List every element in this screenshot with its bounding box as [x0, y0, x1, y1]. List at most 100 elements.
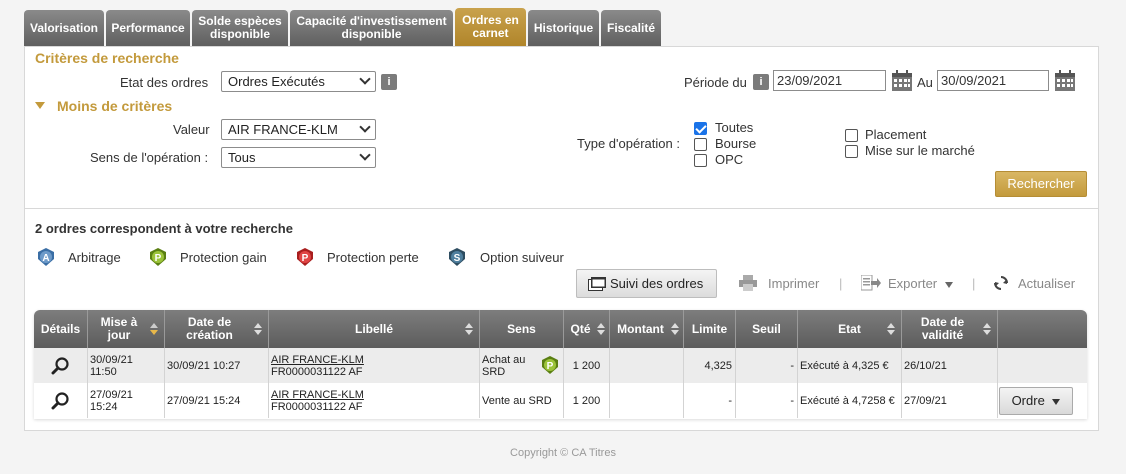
- qte-cell: 1 200: [564, 348, 610, 383]
- calendar-icon[interactable]: [1054, 70, 1076, 92]
- tab-ordres-en-carnet[interactable]: Ordres en carnet: [455, 8, 526, 46]
- etat-label: Etat des ordres: [120, 75, 209, 90]
- col-date-creation[interactable]: Date de création: [165, 310, 269, 348]
- suivi-ordres-button[interactable]: Suivi des ordres: [576, 269, 717, 298]
- magnifier-icon[interactable]: [51, 356, 71, 376]
- printer-icon[interactable]: [739, 275, 757, 291]
- export-icon[interactable]: [861, 275, 881, 291]
- col-libelle-label: Libellé: [354, 321, 393, 336]
- legend-label-arbitrage: Arbitrage: [68, 250, 121, 265]
- sens-cell: Vente au SRD: [480, 383, 564, 418]
- limite-cell: -: [684, 383, 736, 418]
- seuil-cell: -: [736, 348, 798, 383]
- mise-a-jour-cell: 27/09/21 15:24: [88, 383, 165, 418]
- col-montant[interactable]: Montant: [610, 310, 684, 348]
- window-icon: [588, 277, 606, 291]
- suivi-ordres-label: Suivi des ordres: [610, 276, 704, 291]
- info-icon[interactable]: i: [753, 74, 769, 90]
- isin-text: FR0000031122 AF: [271, 400, 363, 413]
- actualiser-link[interactable]: Actualiser: [1018, 276, 1075, 291]
- periode-label: Période du: [684, 75, 747, 90]
- col-details: Détails: [34, 310, 88, 348]
- toolbar-separator: |: [839, 276, 843, 291]
- col-date-validite-label: Date de validité: [920, 315, 965, 342]
- option-suiveur-icon: S: [449, 248, 465, 266]
- table-row: 30/09/21 11:50 30/09/21 10:27 AIR FRANCE…: [34, 348, 1087, 383]
- sort-icon: [671, 323, 679, 335]
- svg-text:P: P: [155, 253, 162, 264]
- ordre-button[interactable]: Ordre: [999, 387, 1073, 415]
- action-cell: [998, 348, 1087, 383]
- date-creation-cell: 30/09/21 10:27: [165, 348, 269, 383]
- protection-gain-icon: P: [150, 248, 166, 266]
- info-icon[interactable]: i: [381, 74, 397, 90]
- seuil-cell: -: [736, 383, 798, 418]
- moins-criteres-toggle[interactable]: Moins de critères: [57, 98, 172, 114]
- checkbox-bourse[interactable]: [694, 138, 707, 151]
- libelle-link[interactable]: AIR FRANCE-KLM: [271, 354, 364, 366]
- svg-text:S: S: [454, 253, 461, 264]
- tab-solde-especes[interactable]: Solde espèces disponible: [192, 10, 288, 46]
- sort-icon: [465, 323, 473, 335]
- col-etat[interactable]: Etat: [798, 310, 902, 348]
- col-mise-a-jour[interactable]: Mise à jour: [88, 310, 165, 348]
- action-cell: Ordre: [998, 383, 1087, 418]
- rechercher-button[interactable]: Rechercher: [995, 171, 1087, 197]
- checkbox-opc[interactable]: [694, 154, 707, 167]
- legend-label-option-suiveur: Option suiveur: [480, 250, 564, 265]
- table-header: Détails Mise à jour Date de création Lib…: [34, 310, 1087, 348]
- sens-text: Achat au SRD: [482, 353, 526, 378]
- chevron-down-icon: [359, 149, 371, 161]
- montant-cell: [610, 348, 684, 383]
- mise-a-jour-cell: 30/09/21 11:50: [88, 348, 165, 383]
- results-count: 2 ordres correspondent à votre recherche: [35, 221, 293, 236]
- col-date-creation-label: Date de création: [186, 315, 233, 342]
- qte-cell: 1 200: [564, 383, 610, 418]
- collapse-triangle-icon[interactable]: [35, 102, 45, 109]
- ordre-button-label: Ordre: [1011, 393, 1045, 408]
- etat-select-value: Ordres Exécutés: [228, 74, 325, 89]
- valeur-select[interactable]: AIR FRANCE-KLM: [221, 119, 376, 140]
- validite-cell: 26/10/21: [902, 348, 998, 383]
- exporter-dropdown[interactable]: Exporter: [888, 276, 953, 291]
- checkbox-mise-sur-le-marche[interactable]: [845, 145, 858, 158]
- imprimer-link[interactable]: Imprimer: [768, 276, 819, 291]
- details-cell: [34, 383, 88, 418]
- exporter-label: Exporter: [888, 276, 938, 291]
- legend-label-protection-perte: Protection perte: [327, 250, 419, 265]
- sens-select[interactable]: Tous: [221, 147, 376, 168]
- sens-cell: Achat au SRD P: [480, 348, 564, 383]
- checkbox-toutes[interactable]: [694, 122, 707, 135]
- checkbox-placement[interactable]: [845, 129, 858, 142]
- sens-select-value: Tous: [228, 150, 256, 165]
- libelle-link[interactable]: AIR FRANCE-KLM: [271, 389, 364, 401]
- magnifier-icon[interactable]: [51, 391, 71, 411]
- tab-fiscalite[interactable]: Fiscalité: [601, 10, 661, 46]
- date-to-field[interactable]: 30/09/2021: [937, 70, 1049, 91]
- orders-table: Détails Mise à jour Date de création Lib…: [34, 310, 1087, 419]
- toolbar-separator: |: [972, 276, 976, 291]
- limite-cell: 4,325: [684, 348, 736, 383]
- col-libelle[interactable]: Libellé: [269, 310, 480, 348]
- refresh-icon[interactable]: [994, 276, 1008, 290]
- date-creation-cell: 27/09/21 15:24: [165, 383, 269, 418]
- tab-capacite-investissement[interactable]: Capacité d'investissement disponible: [290, 10, 453, 46]
- tab-historique[interactable]: Historique: [528, 10, 599, 46]
- etat-select[interactable]: Ordres Exécutés: [221, 71, 376, 92]
- calendar-icon[interactable]: [891, 70, 913, 92]
- search-criteria-title: Critères de recherche: [35, 50, 179, 66]
- col-date-validite[interactable]: Date de validité: [902, 310, 998, 348]
- tab-valorisation[interactable]: Valorisation: [24, 10, 104, 46]
- col-qte[interactable]: Qté: [564, 310, 610, 348]
- tab-performance[interactable]: Performance: [106, 10, 190, 46]
- date-from-field[interactable]: 23/09/2021: [773, 70, 886, 91]
- svg-text:P: P: [302, 253, 309, 264]
- details-cell: [34, 348, 88, 383]
- libelle-cell: AIR FRANCE-KLM FR0000031122 AF: [269, 348, 480, 383]
- svg-text:A: A: [42, 253, 49, 264]
- protection-gain-icon: P: [542, 356, 558, 374]
- sens-label: Sens de l'opération :: [90, 150, 209, 165]
- valeur-label: Valeur: [173, 122, 210, 137]
- arbitrage-icon: A: [38, 248, 54, 266]
- sort-icon: [597, 323, 605, 335]
